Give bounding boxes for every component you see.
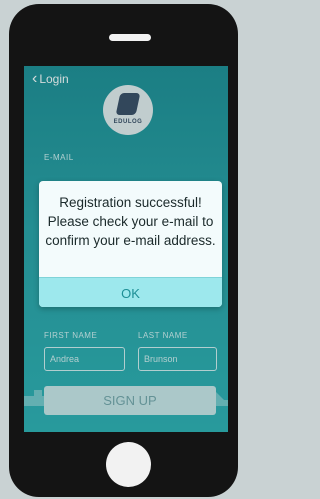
dialog-message: Registration successful! Please check yo… <box>45 195 216 248</box>
registration-dialog: Registration successful! Please check yo… <box>39 181 222 307</box>
app-screen: ‹ Login EDULOG E-MAIL FIRST NAME LAST NA… <box>24 66 228 432</box>
dialog-ok-button[interactable]: OK <box>39 277 222 307</box>
home-button[interactable] <box>106 442 151 487</box>
speaker-slot <box>109 34 151 41</box>
